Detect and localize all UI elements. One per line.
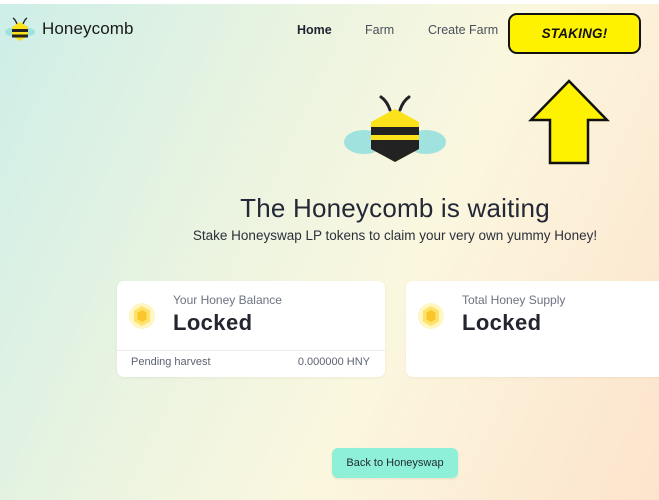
bee-icon xyxy=(5,17,35,41)
hero-subtitle: Stake Honeyswap LP tokens to claim your … xyxy=(192,228,598,243)
brand-name: Honeycomb xyxy=(42,19,134,38)
arrow-up-icon xyxy=(528,79,610,165)
card-label: Total Honey Supply xyxy=(462,293,566,307)
nav-home[interactable]: Home xyxy=(297,23,332,37)
window-top-edge xyxy=(0,0,659,4)
pending-harvest-value: 0.000000 HNY xyxy=(297,356,370,368)
hero-title: The Honeycomb is waiting xyxy=(240,193,550,223)
nav-farm[interactable]: Farm xyxy=(365,23,394,37)
back-to-honeyswap-button[interactable]: Back to Honeyswap xyxy=(332,448,458,478)
honeycomb-icon xyxy=(129,303,155,329)
bee-icon xyxy=(344,95,446,162)
card-value: Locked xyxy=(462,310,542,335)
nav-create-farm[interactable]: Create Farm xyxy=(428,23,498,37)
staking-button[interactable]: STAKING! xyxy=(508,13,641,54)
total-supply-card: Total Honey Supply Locked xyxy=(406,281,659,377)
card-label: Your Honey Balance xyxy=(173,293,282,307)
honeycomb-icon xyxy=(418,303,444,329)
honey-balance-card: Your Honey Balance Locked Pending harves… xyxy=(117,281,385,377)
card-value: Locked xyxy=(173,310,253,335)
brand-logo[interactable]: Honeycomb xyxy=(4,16,134,42)
card-divider xyxy=(117,350,385,351)
pending-harvest-label: Pending harvest xyxy=(131,356,211,368)
